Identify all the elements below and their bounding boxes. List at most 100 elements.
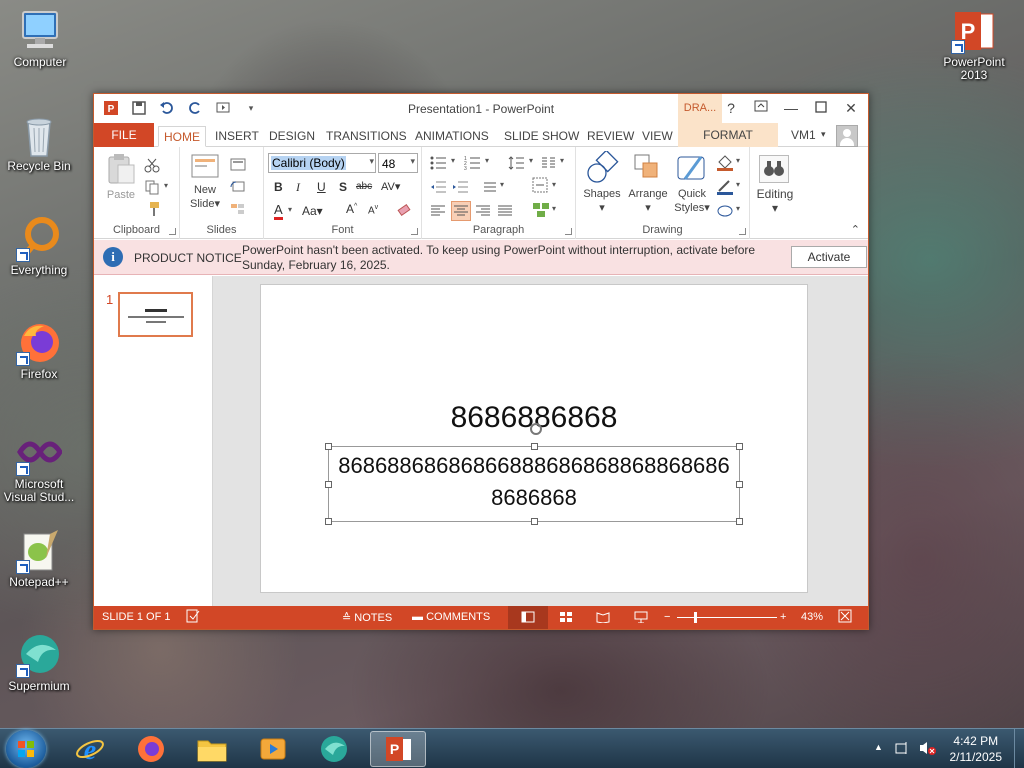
activate-button[interactable]: Activate — [791, 246, 867, 268]
tab-slide-show[interactable]: SLIDE SHOW — [504, 126, 579, 147]
columns-icon[interactable] — [540, 155, 556, 171]
user-name[interactable]: VM1 — [791, 128, 816, 142]
show-desktop-button[interactable] — [1014, 729, 1024, 768]
strikethrough-icon[interactable]: abc — [356, 181, 372, 192]
normal-view-icon[interactable] — [508, 606, 548, 629]
align-text-icon[interactable] — [532, 177, 548, 193]
shape-effects-icon[interactable] — [716, 203, 733, 219]
subtitle-text[interactable]: 86868868686866888686868868868686 8686868 — [329, 450, 739, 514]
align-text-dropdown-icon[interactable]: ▾ — [552, 180, 556, 189]
shape-outline-icon[interactable] — [716, 179, 733, 195]
italic-icon[interactable]: I — [296, 180, 300, 195]
shape-outline-dropdown-icon[interactable]: ▾ — [736, 180, 740, 189]
zoom-level[interactable]: 43% — [801, 611, 823, 623]
editing-group[interactable]: Editing ▾ — [750, 147, 800, 239]
slide-sorter-view-icon[interactable] — [559, 611, 573, 626]
character-spacing-icon[interactable]: AV▾ — [381, 180, 400, 193]
increase-font-size-icon[interactable]: A^ — [346, 202, 357, 216]
show-hidden-icons-icon[interactable]: ▲ — [874, 742, 883, 752]
taskbar-supermium[interactable] — [306, 731, 362, 767]
copy-icon[interactable] — [144, 179, 160, 195]
text-direction-dropdown-icon[interactable]: ▾ — [500, 180, 504, 189]
desktop-icon-visual-studio[interactable]: Microsoft Visual Stud... — [1, 430, 77, 504]
zoom-slider-thumb[interactable] — [694, 612, 697, 623]
paragraph-launcher-icon[interactable] — [565, 228, 572, 235]
bullets-icon[interactable] — [430, 155, 446, 171]
ribbon-display-options-icon[interactable] — [750, 98, 772, 118]
taskbar-internet-explorer[interactable]: e — [62, 731, 118, 767]
chevron-down-icon[interactable]: ▾ — [410, 156, 415, 167]
numbering-dropdown-icon[interactable]: ▾ — [485, 156, 489, 165]
align-left-icon[interactable] — [430, 203, 446, 219]
zoom-out-button[interactable]: − — [664, 611, 670, 623]
fit-to-window-icon[interactable] — [838, 609, 852, 626]
paste-button[interactable]: Paste — [102, 153, 140, 207]
user-avatar[interactable] — [836, 125, 858, 147]
shapes-button[interactable]: Shapes ▾ — [580, 149, 624, 215]
shape-fill-icon[interactable] — [716, 155, 733, 171]
rotate-handle-icon[interactable] — [530, 423, 542, 435]
tab-animations[interactable]: ANIMATIONS — [415, 126, 489, 147]
tab-view[interactable]: VIEW — [642, 126, 673, 147]
action-center-icon[interactable] — [894, 740, 910, 761]
maximize-icon[interactable] — [810, 98, 832, 118]
resize-handle[interactable] — [325, 443, 332, 450]
notes-button[interactable]: ≙ NOTES — [342, 611, 392, 624]
subtitle-placeholder[interactable]: 86868868686866888686868868868686 8686868 — [325, 423, 743, 525]
resize-handle[interactable] — [325, 518, 332, 525]
reading-view-icon[interactable] — [596, 611, 610, 626]
decrease-indent-icon[interactable] — [430, 179, 446, 195]
resize-handle[interactable] — [325, 481, 332, 488]
taskbar-firefox[interactable] — [123, 731, 179, 767]
smartart-dropdown-icon[interactable]: ▾ — [552, 204, 556, 213]
zoom-in-button[interactable]: + — [780, 611, 786, 623]
columns-dropdown-icon[interactable]: ▾ — [560, 156, 564, 165]
comments-button[interactable]: ▬ COMMENTS — [412, 611, 490, 623]
numbering-icon[interactable]: 123 — [464, 155, 480, 172]
desktop-icon-computer[interactable]: Computer — [2, 8, 78, 69]
taskbar-powerpoint[interactable]: P — [370, 731, 426, 767]
convert-to-smartart-icon[interactable] — [532, 201, 549, 217]
section-icon[interactable] — [230, 201, 246, 217]
tab-review[interactable]: REVIEW — [587, 126, 634, 147]
close-icon[interactable]: ✕ — [840, 98, 862, 118]
copy-dropdown-icon[interactable]: ▾ — [164, 181, 168, 190]
align-center-icon[interactable] — [451, 201, 471, 221]
font-name-combo[interactable]: Calibri (Body) ▾ — [268, 153, 376, 173]
slide-canvas[interactable]: 8686886868 86868868686866888686868868868… — [260, 284, 808, 593]
decrease-font-size-icon[interactable]: Av — [368, 204, 378, 216]
line-spacing-icon[interactable] — [508, 155, 524, 171]
tab-format[interactable]: FORMAT — [678, 123, 778, 147]
justify-icon[interactable] — [497, 203, 513, 219]
taskbar-file-explorer[interactable] — [184, 731, 240, 767]
font-size-combo[interactable]: 48 ▾ — [378, 153, 418, 173]
tab-insert[interactable]: INSERT — [215, 126, 259, 147]
desktop-icon-recycle-bin[interactable]: Recycle Bin — [1, 112, 77, 173]
underline-icon[interactable]: U — [317, 180, 326, 194]
resize-handle[interactable] — [736, 518, 743, 525]
text-shadow-icon[interactable]: S — [339, 180, 347, 194]
font-color-dropdown-icon[interactable]: ▾ — [288, 205, 292, 214]
minimize-icon[interactable]: — — [780, 98, 802, 118]
font-launcher-icon[interactable] — [411, 228, 418, 235]
help-button[interactable]: ? — [720, 98, 742, 118]
volume-muted-icon[interactable] — [918, 740, 936, 761]
cut-icon[interactable] — [144, 157, 160, 173]
spell-check-icon[interactable] — [186, 609, 200, 626]
desktop-icon-everything[interactable]: Everything — [1, 216, 77, 277]
tab-file[interactable]: FILE — [94, 123, 154, 147]
resize-handle[interactable] — [736, 443, 743, 450]
resize-handle[interactable] — [531, 443, 538, 450]
chevron-down-icon[interactable]: ▾ — [369, 156, 374, 167]
change-case-icon[interactable]: Aa▾ — [302, 204, 323, 218]
bold-icon[interactable]: B — [274, 180, 283, 194]
new-slide-button[interactable]: New Slide▾ — [186, 153, 224, 213]
tab-design[interactable]: DESIGN — [269, 126, 315, 147]
collapse-ribbon-icon[interactable]: ⌃ — [851, 223, 860, 236]
slide-thumbnail[interactable] — [118, 292, 193, 337]
clipboard-launcher-icon[interactable] — [169, 228, 176, 235]
clear-formatting-icon[interactable] — [396, 202, 412, 218]
resize-handle[interactable] — [736, 481, 743, 488]
align-right-icon[interactable] — [475, 203, 491, 219]
resize-handle[interactable] — [531, 518, 538, 525]
